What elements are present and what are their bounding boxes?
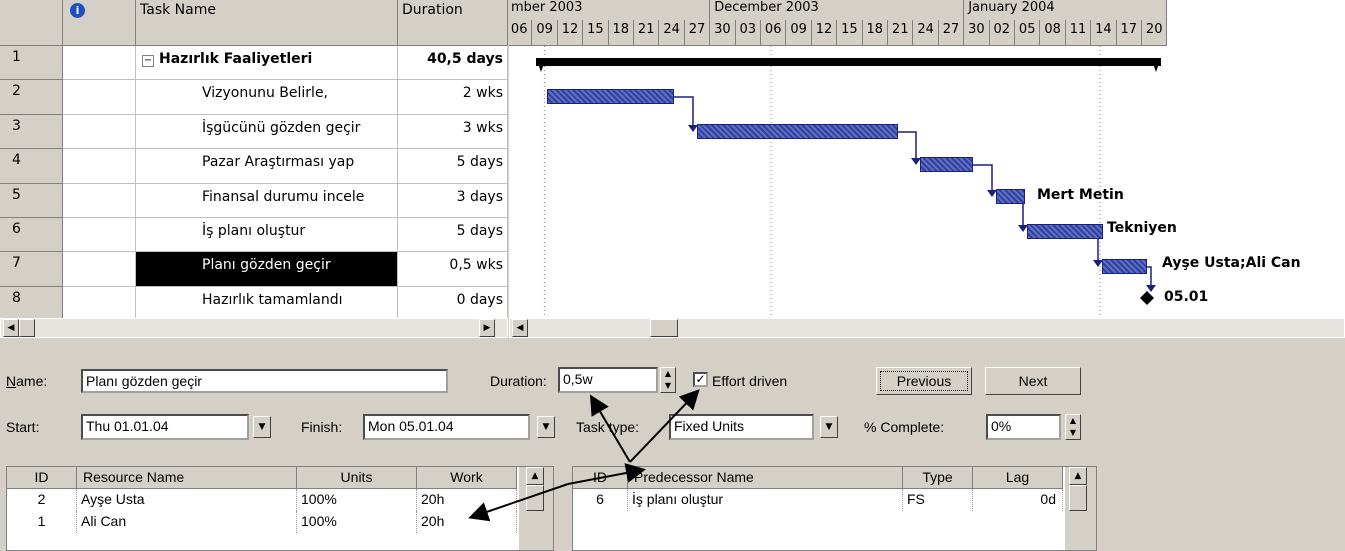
arrow-to-effort: [629, 389, 700, 463]
arrow-to-pred: [567, 463, 646, 485]
arrow-to-duration: [589, 394, 631, 463]
arrow-to-work: [468, 483, 569, 522]
annotation-arrows: [468, 389, 700, 522]
